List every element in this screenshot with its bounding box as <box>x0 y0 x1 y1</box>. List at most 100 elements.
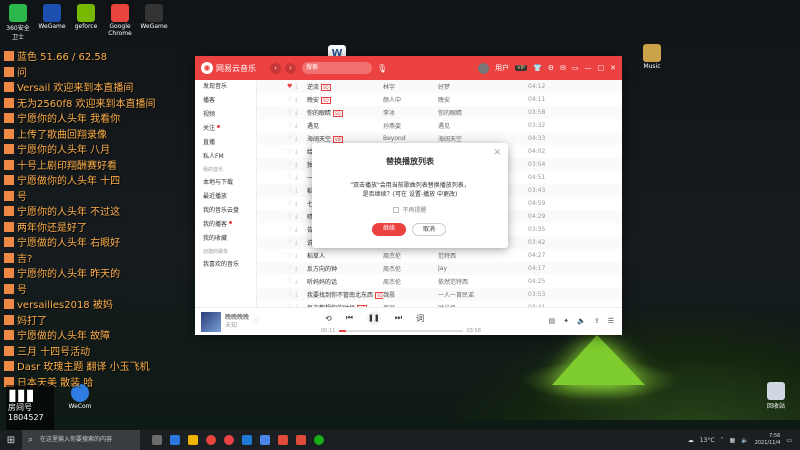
song-artist[interactable]: 周杰伦 <box>383 264 438 273</box>
song-artist[interactable]: 周杰伦 <box>383 277 438 286</box>
settings-gear-icon[interactable]: ⚙ <box>548 64 554 72</box>
desktop-icon[interactable]: WeGame <box>140 4 168 30</box>
app-icon-red-2[interactable] <box>296 435 306 445</box>
download-icon[interactable]: ⤓ <box>295 148 307 156</box>
song-album[interactable]: 遇见 <box>438 121 528 130</box>
dont-remind-checkbox[interactable]: 不再提醒 <box>312 205 508 214</box>
previous-icon[interactable]: ⏮ <box>346 313 353 323</box>
dialog-close-icon[interactable]: ✕ <box>493 148 501 158</box>
song-artist[interactable]: 孙燕姿 <box>383 121 438 130</box>
download-icon[interactable]: ⤓ <box>295 265 307 273</box>
table-row[interactable]: ♡ ⤓ 反方向的钟 周杰伦 Jay 04:17 <box>257 262 622 275</box>
like-heart-icon[interactable]: ♡ <box>287 265 295 272</box>
loop-mode-icon[interactable]: ⟲ <box>325 314 332 323</box>
like-heart-icon[interactable]: ♡ <box>287 148 295 155</box>
song-artist[interactable]: 李冰 <box>383 108 438 117</box>
like-heart-icon[interactable]: ♡ <box>287 213 295 220</box>
forward-arrow-icon[interactable]: › <box>285 62 296 74</box>
skin-icon[interactable]: 👕 <box>533 64 542 72</box>
now-playing-title[interactable]: 晚晚晚晚 <box>225 314 249 322</box>
song-album[interactable]: 海阔天空 <box>438 134 528 143</box>
next-icon[interactable]: ⏭ <box>395 313 402 323</box>
sidebar-item[interactable]: 发现音乐 <box>195 80 256 94</box>
like-heart-icon[interactable]: ♥ <box>287 83 295 90</box>
song-album[interactable]: 你的眼睛 <box>438 108 528 117</box>
like-heart-icon[interactable]: ♡ <box>287 96 295 103</box>
microphone-icon[interactable]: 🎙 <box>377 64 387 73</box>
download-icon[interactable]: ⤓ <box>295 200 307 208</box>
desktop-icon[interactable]: 360安全卫士 <box>4 4 32 41</box>
sidebar-item[interactable]: 关注 <box>195 122 256 136</box>
network-icon[interactable]: ▦ <box>730 437 736 444</box>
sidebar-item[interactable]: 我的收藏 <box>195 232 256 246</box>
desktop-icon[interactable]: geforce <box>72 4 100 30</box>
user-name[interactable]: 用户 <box>495 63 509 73</box>
windows-start-icon[interactable]: ⊞ <box>0 435 22 446</box>
search-input[interactable]: 搜索 <box>302 62 372 74</box>
cancel-button[interactable]: 取消 <box>412 223 446 236</box>
desktop-icon-recycle-bin[interactable]: 回收站 <box>762 382 790 410</box>
maximize-icon[interactable]: □ <box>598 64 605 72</box>
song-album[interactable]: 晚安 <box>438 95 528 104</box>
app-icon-red[interactable] <box>278 435 288 445</box>
checkbox-box[interactable] <box>393 207 400 213</box>
like-heart-icon[interactable]: ♡ <box>287 187 295 194</box>
table-row[interactable]: ♡ ⤓ 稻草人 周杰伦 范特西 04:27 <box>257 249 622 262</box>
download-icon[interactable]: ⤓ <box>295 122 307 130</box>
sidebar-item[interactable]: 直播 <box>195 136 256 150</box>
mini-mode-icon[interactable]: ▭ <box>572 64 579 72</box>
download-icon[interactable]: ⤓ <box>295 83 307 91</box>
table-row[interactable]: ♡ ⤓ 听妈妈的话 周杰伦 依然范特西 04:25 <box>257 275 622 288</box>
share-icon[interactable]: ⇪ <box>594 317 600 325</box>
close-icon[interactable]: ✕ <box>610 64 616 72</box>
like-heart-icon[interactable]: ♡ <box>287 239 295 246</box>
minimize-icon[interactable]: — <box>585 64 592 72</box>
netease-music-taskbar-icon[interactable] <box>224 435 234 445</box>
download-icon[interactable]: ⤓ <box>295 278 307 286</box>
desktop-icon-music[interactable]: Music <box>638 44 666 70</box>
table-row[interactable]: ♡ ⤓ 你的眼睛 SQ 李冰 你的眼睛 03:58 <box>257 106 622 119</box>
app-icon-blue[interactable] <box>242 435 252 445</box>
volume-tray-icon[interactable]: 🔈 <box>741 437 748 444</box>
album-cover[interactable] <box>201 311 221 332</box>
table-row[interactable]: ♡ ⤓ 遇见 孙燕姿 遇见 03:32 <box>257 119 622 132</box>
desktop-icon[interactable]: Google Chrome <box>106 4 134 37</box>
song-album[interactable]: 一人一首民谣 <box>438 290 528 299</box>
song-artist[interactable]: 周杰伦 <box>383 251 438 260</box>
song-artist[interactable]: 林宇 <box>383 82 438 91</box>
table-row[interactable]: ♡ ⤓ 晚安 SQ 颜人中 晚安 04:11 <box>257 93 622 106</box>
table-row[interactable]: ♥ ⤓ 逆流 SQ 林宇 好梦 04:12 <box>257 80 622 93</box>
download-icon[interactable]: ⤓ <box>295 96 307 104</box>
sidebar-item[interactable]: 我喜欢的音乐 <box>195 258 256 272</box>
like-heart-icon[interactable]: ♡ <box>287 135 295 142</box>
taskbar-search-input[interactable]: 在这里输入你要搜索的内容 <box>22 430 140 450</box>
sidebar-item[interactable]: 本地与下载 <box>195 176 256 190</box>
back-arrow-icon[interactable]: ‹ <box>270 62 281 74</box>
download-icon[interactable]: ⤓ <box>295 161 307 169</box>
song-artist[interactable]: 魏晨 <box>383 290 438 299</box>
sidebar-item[interactable]: 私人FM <box>195 150 256 164</box>
like-heart-icon[interactable]: ♡ <box>287 109 295 116</box>
sidebar-item[interactable]: 我的播客 <box>195 218 256 232</box>
continue-button[interactable]: 继续 <box>372 223 406 236</box>
chrome-icon[interactable] <box>206 435 216 445</box>
file-explorer-icon[interactable] <box>188 435 198 445</box>
mail-icon[interactable]: ✉ <box>560 64 566 72</box>
download-icon[interactable]: ⤓ <box>295 109 307 117</box>
sound-effect-icon[interactable]: ✦ <box>563 317 569 325</box>
download-icon[interactable]: ⤓ <box>295 252 307 260</box>
like-heart-icon[interactable]: ♡ <box>287 122 295 129</box>
sidebar-item[interactable]: 我的音乐云盘 <box>195 204 256 218</box>
avatar[interactable] <box>478 62 490 74</box>
song-album[interactable]: 好梦 <box>438 82 528 91</box>
table-row[interactable]: ♡ ⤓ 我要找到你不管南北东西 SQ 魏晨 一人一首民谣 03:53 <box>257 288 622 301</box>
task-view-icon[interactable] <box>152 435 162 445</box>
song-album[interactable]: Jay <box>438 265 528 272</box>
sidebar-item[interactable]: 播客 <box>195 94 256 108</box>
sidebar-item[interactable]: 视频 <box>195 108 256 122</box>
download-icon[interactable]: ⤓ <box>295 239 307 247</box>
download-icon[interactable]: ⤓ <box>295 226 307 234</box>
lyrics-icon[interactable]: 词 <box>416 313 424 324</box>
progress-bar[interactable] <box>339 330 463 332</box>
sidebar-item[interactable]: 最近播放 <box>195 190 256 204</box>
